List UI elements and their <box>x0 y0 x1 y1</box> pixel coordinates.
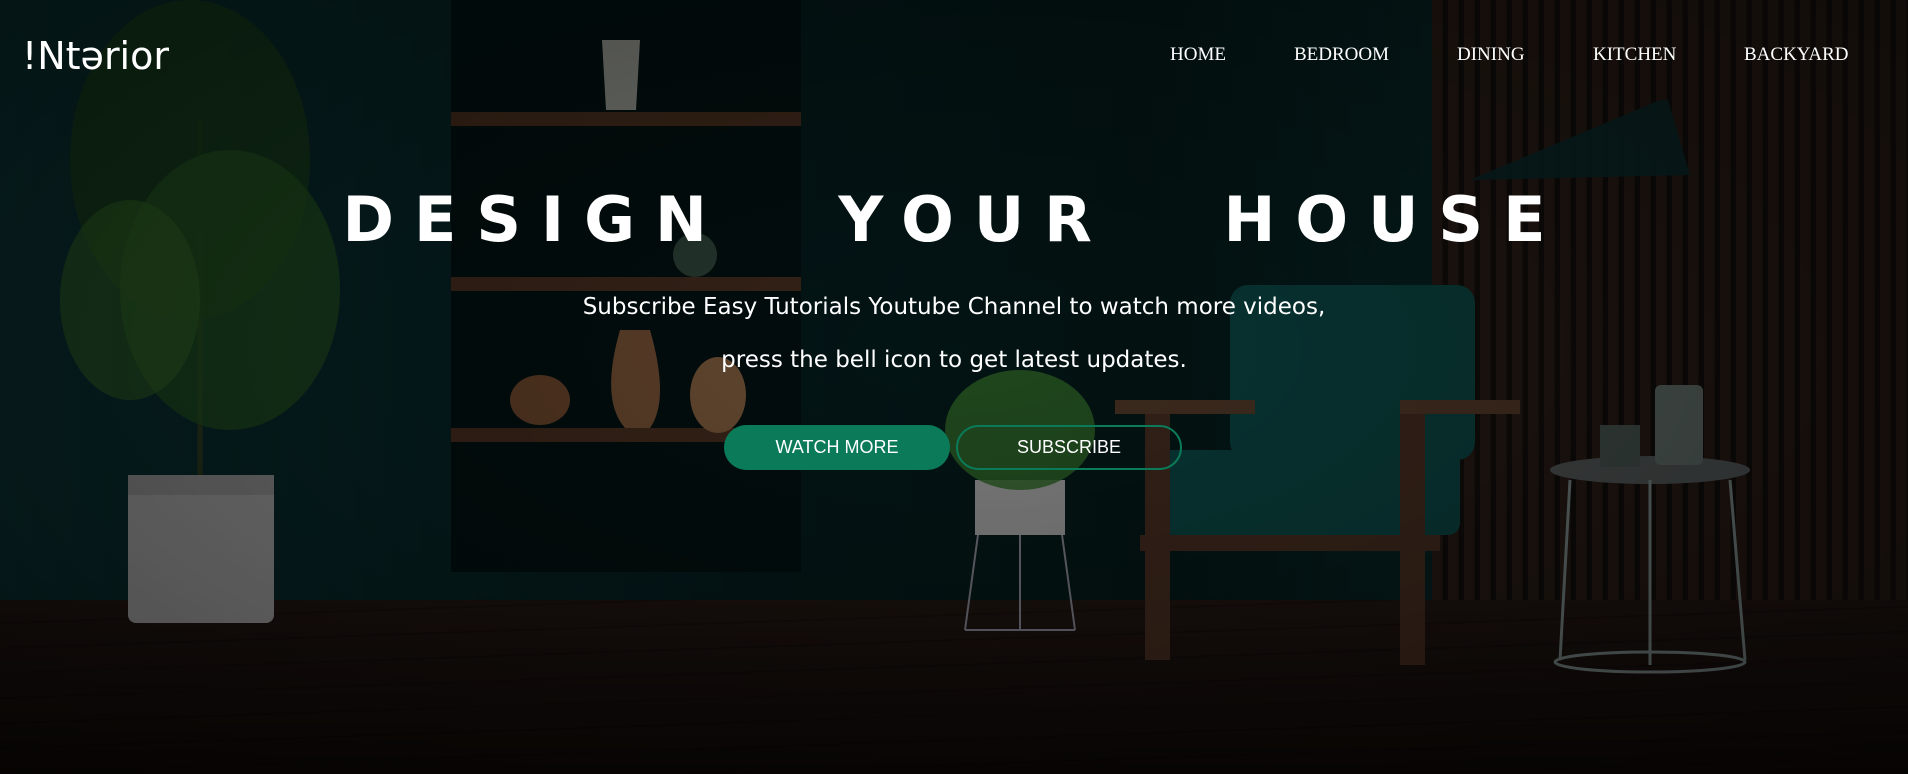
hero-background-image <box>0 0 1908 774</box>
nav-item-backyard[interactable]: BACKYARD <box>1744 44 1849 66</box>
nav-item-bedroom[interactable]: BEDROOM <box>1294 44 1389 66</box>
dark-overlay <box>0 0 1908 774</box>
nav-item-home[interactable]: HOME <box>1170 44 1226 66</box>
hero-subtitle-line-1: Subscribe Easy Tutorials Youtube Channel… <box>582 294 1326 320</box>
hero-subtitle-line-2: press the bell icon to get latest update… <box>721 347 1187 373</box>
logo[interactable]: !Ntərior <box>22 34 169 78</box>
subscribe-button[interactable]: SUBSCRIBE <box>956 425 1182 470</box>
nav-item-dining[interactable]: DINING <box>1457 44 1525 66</box>
hero-title: DESIGN YOUR HOUSE <box>342 183 1566 256</box>
watch-more-button[interactable]: WATCH MORE <box>724 425 950 470</box>
nav-item-kitchen[interactable]: KITCHEN <box>1593 44 1676 66</box>
